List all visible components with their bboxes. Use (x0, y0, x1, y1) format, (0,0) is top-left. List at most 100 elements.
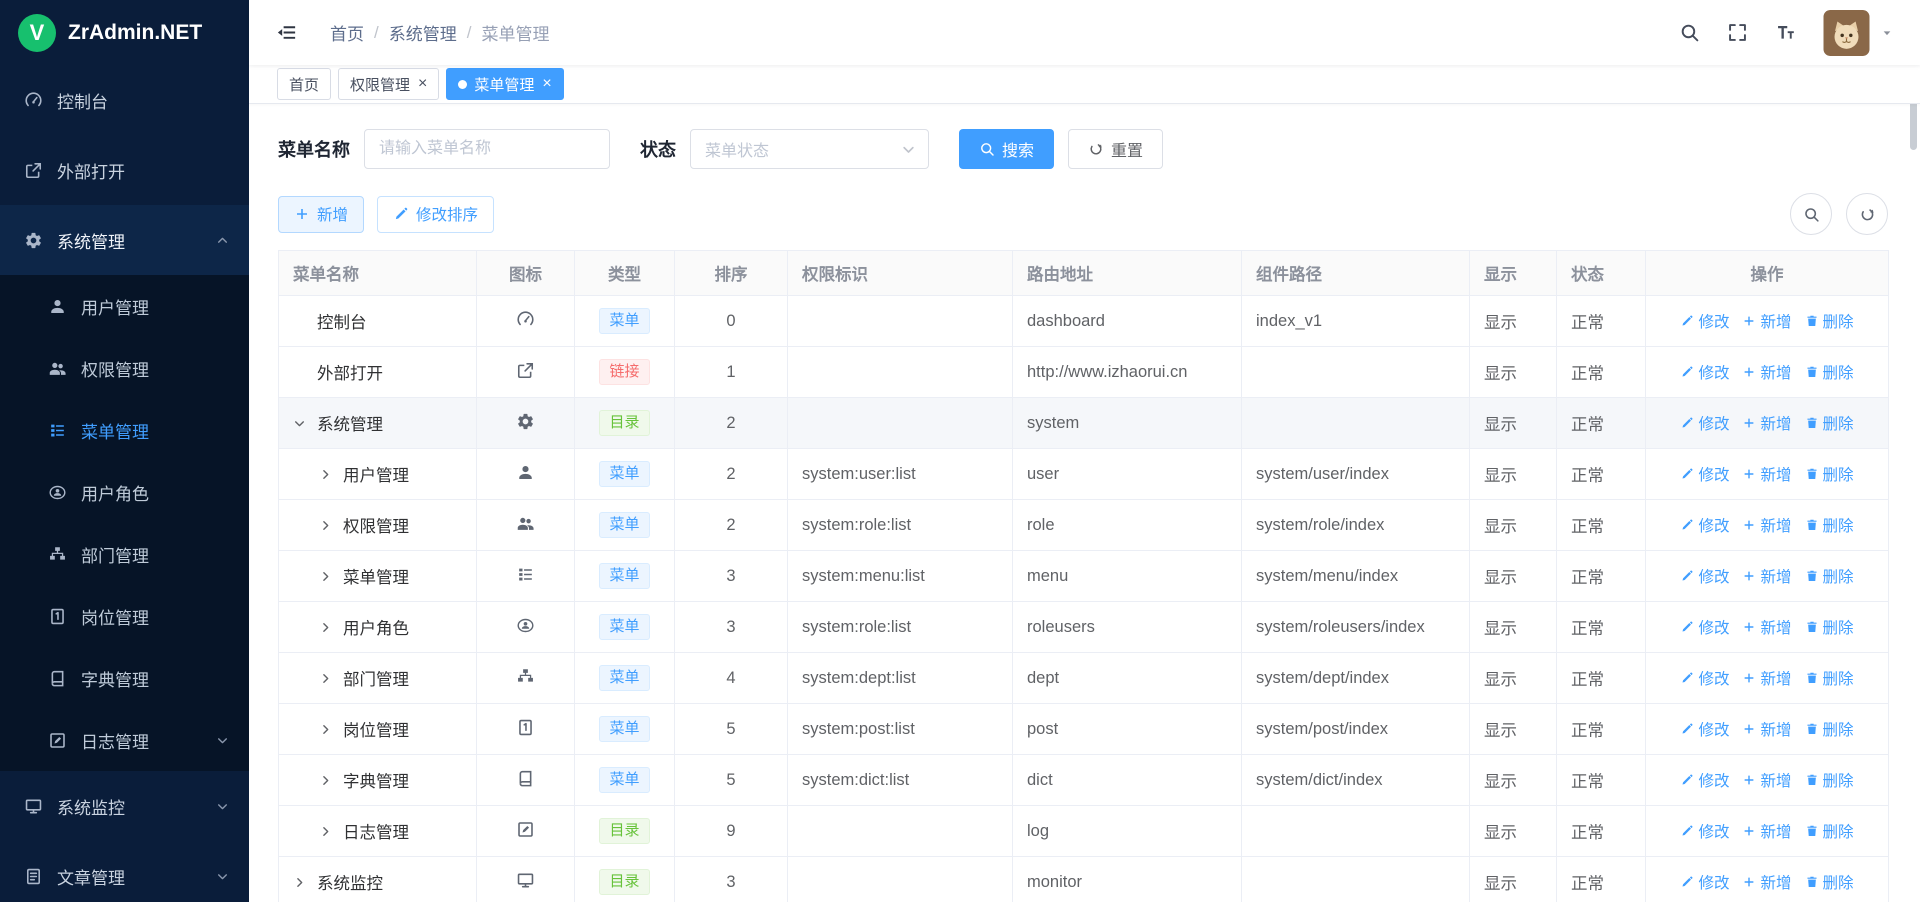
row-delete-link[interactable]: 删除 (1805, 616, 1854, 638)
expand-arrow-slot[interactable] (319, 774, 343, 787)
row-edit-link[interactable]: 修改 (1680, 667, 1729, 689)
tab-close-icon[interactable]: × (542, 76, 551, 92)
chevron-right-icon[interactable] (319, 468, 332, 481)
menu-name-input[interactable] (364, 129, 610, 169)
tab-role[interactable]: 权限管理× (338, 68, 439, 100)
row-edit-link[interactable]: 修改 (1680, 871, 1729, 893)
sidebar-item-user[interactable]: 用户管理 (0, 275, 249, 337)
cell-path: http://www.izhaorui.cn (1013, 347, 1242, 398)
avatar-dropdown-caret[interactable] (1880, 26, 1894, 40)
sidebar-fold-button[interactable] (275, 21, 298, 44)
cell-status: 正常 (1557, 551, 1646, 602)
row-delete-link[interactable]: 删除 (1805, 769, 1854, 791)
chevron-right-icon[interactable] (319, 519, 332, 532)
sidebar-item-dept[interactable]: 部门管理 (0, 523, 249, 585)
edit-icon (1680, 569, 1694, 583)
menu-name: 系统管理 (317, 411, 383, 435)
row-delete-link[interactable]: 删除 (1805, 565, 1854, 587)
sidebar-item-system[interactable]: 系统管理 (0, 205, 249, 275)
row-delete-link[interactable]: 删除 (1805, 718, 1854, 740)
cell-menu-name: 部门管理 (279, 653, 477, 704)
navbar-font-size-button[interactable] (1775, 22, 1796, 43)
row-add-link[interactable]: 新增 (1742, 871, 1791, 893)
sidebar-item-monitor[interactable]: 系统监控 (0, 771, 249, 841)
sidebar-item-article[interactable]: 文章管理 (0, 841, 249, 902)
row-delete-link[interactable]: 删除 (1805, 514, 1854, 536)
row-delete-link[interactable]: 删除 (1805, 361, 1854, 383)
row-delete-link[interactable]: 删除 (1805, 463, 1854, 485)
chevron-right-icon[interactable] (319, 570, 332, 583)
sidebar-item-log[interactable]: 日志管理 (0, 709, 249, 771)
row-edit-link[interactable]: 修改 (1680, 769, 1729, 791)
refresh-table-button[interactable] (1846, 193, 1888, 235)
sort-edit-button[interactable]: 修改排序 (377, 196, 494, 233)
expand-arrow-slot[interactable] (319, 570, 343, 583)
sidebar-item-role[interactable]: 权限管理 (0, 337, 249, 399)
row-delete-link[interactable]: 删除 (1805, 412, 1854, 434)
toggle-search-button[interactable] (1790, 193, 1832, 235)
row-add-link[interactable]: 新增 (1742, 310, 1791, 332)
row-delete-link[interactable]: 删除 (1805, 820, 1854, 842)
reset-button[interactable]: 重置 (1068, 129, 1163, 169)
breadcrumb-item[interactable]: 首页 (330, 20, 364, 45)
row-add-link[interactable]: 新增 (1742, 463, 1791, 485)
tab-close-icon[interactable]: × (418, 76, 427, 92)
row-edit-link[interactable]: 修改 (1680, 820, 1729, 842)
status-select[interactable]: 菜单状态 (690, 129, 929, 169)
row-add-link[interactable]: 新增 (1742, 769, 1791, 791)
breadcrumb-item[interactable]: 系统管理 (389, 20, 457, 45)
tab-home[interactable]: 首页 (277, 68, 331, 100)
row-delete-link[interactable]: 删除 (1805, 667, 1854, 689)
row-delete-link[interactable]: 删除 (1805, 871, 1854, 893)
chevron-right-icon[interactable] (319, 774, 332, 787)
cell-sort: 5 (675, 704, 788, 755)
sidebar-item-dashboard[interactable]: 控制台 (0, 65, 249, 135)
expand-arrow-slot[interactable] (319, 621, 343, 634)
expand-arrow-slot[interactable] (319, 825, 343, 838)
row-add-link[interactable]: 新增 (1742, 667, 1791, 689)
row-add-link[interactable]: 新增 (1742, 565, 1791, 587)
row-delete-link[interactable]: 删除 (1805, 310, 1854, 332)
row-edit-link[interactable]: 修改 (1680, 361, 1729, 383)
sidebar-item-post[interactable]: 岗位管理 (0, 585, 249, 647)
sidebar-item-external[interactable]: 外部打开 (0, 135, 249, 205)
expand-arrow-slot[interactable] (319, 468, 343, 481)
add-button[interactable]: 新增 (278, 196, 364, 233)
navbar-fullscreen-button[interactable] (1727, 22, 1748, 43)
chevron-right-icon[interactable] (319, 723, 332, 736)
cell-actions: 修改新增删除 (1646, 449, 1889, 500)
row-add-link[interactable]: 新增 (1742, 361, 1791, 383)
row-edit-link[interactable]: 修改 (1680, 514, 1729, 536)
user-avatar[interactable] (1822, 10, 1894, 56)
row-edit-link[interactable]: 修改 (1680, 565, 1729, 587)
chevron-down-icon[interactable] (293, 417, 306, 430)
row-edit-link[interactable]: 修改 (1680, 310, 1729, 332)
chevron-right-icon[interactable] (319, 672, 332, 685)
navbar-search-button[interactable] (1679, 22, 1700, 43)
tab-menu[interactable]: 菜单管理× (446, 68, 563, 100)
sidebar-item-roleusers[interactable]: 用户角色 (0, 461, 249, 523)
expand-arrow-slot[interactable] (319, 519, 343, 532)
chevron-right-icon[interactable] (293, 876, 306, 889)
trash-icon (1805, 620, 1819, 634)
expand-arrow-slot[interactable] (319, 672, 343, 685)
row-add-link[interactable]: 新增 (1742, 412, 1791, 434)
expand-arrow-slot[interactable] (319, 723, 343, 736)
row-add-link[interactable]: 新增 (1742, 514, 1791, 536)
chevron-right-icon[interactable] (319, 621, 332, 634)
chevron-right-icon[interactable] (319, 825, 332, 838)
expand-arrow-slot[interactable] (293, 876, 317, 889)
expand-arrow-slot[interactable] (293, 417, 317, 430)
row-edit-link[interactable]: 修改 (1680, 412, 1729, 434)
row-add-link[interactable]: 新增 (1742, 616, 1791, 638)
row-edit-link[interactable]: 修改 (1680, 718, 1729, 740)
app-logo[interactable]: V ZrAdmin.NET (0, 0, 249, 65)
sidebar-item-menu[interactable]: 菜单管理 (0, 399, 249, 461)
row-edit-link[interactable]: 修改 (1680, 463, 1729, 485)
row-actions: 修改新增删除 (1660, 412, 1874, 434)
row-add-link[interactable]: 新增 (1742, 820, 1791, 842)
search-button[interactable]: 搜索 (959, 129, 1054, 169)
row-add-link[interactable]: 新增 (1742, 718, 1791, 740)
row-edit-link[interactable]: 修改 (1680, 616, 1729, 638)
sidebar-item-dict[interactable]: 字典管理 (0, 647, 249, 709)
